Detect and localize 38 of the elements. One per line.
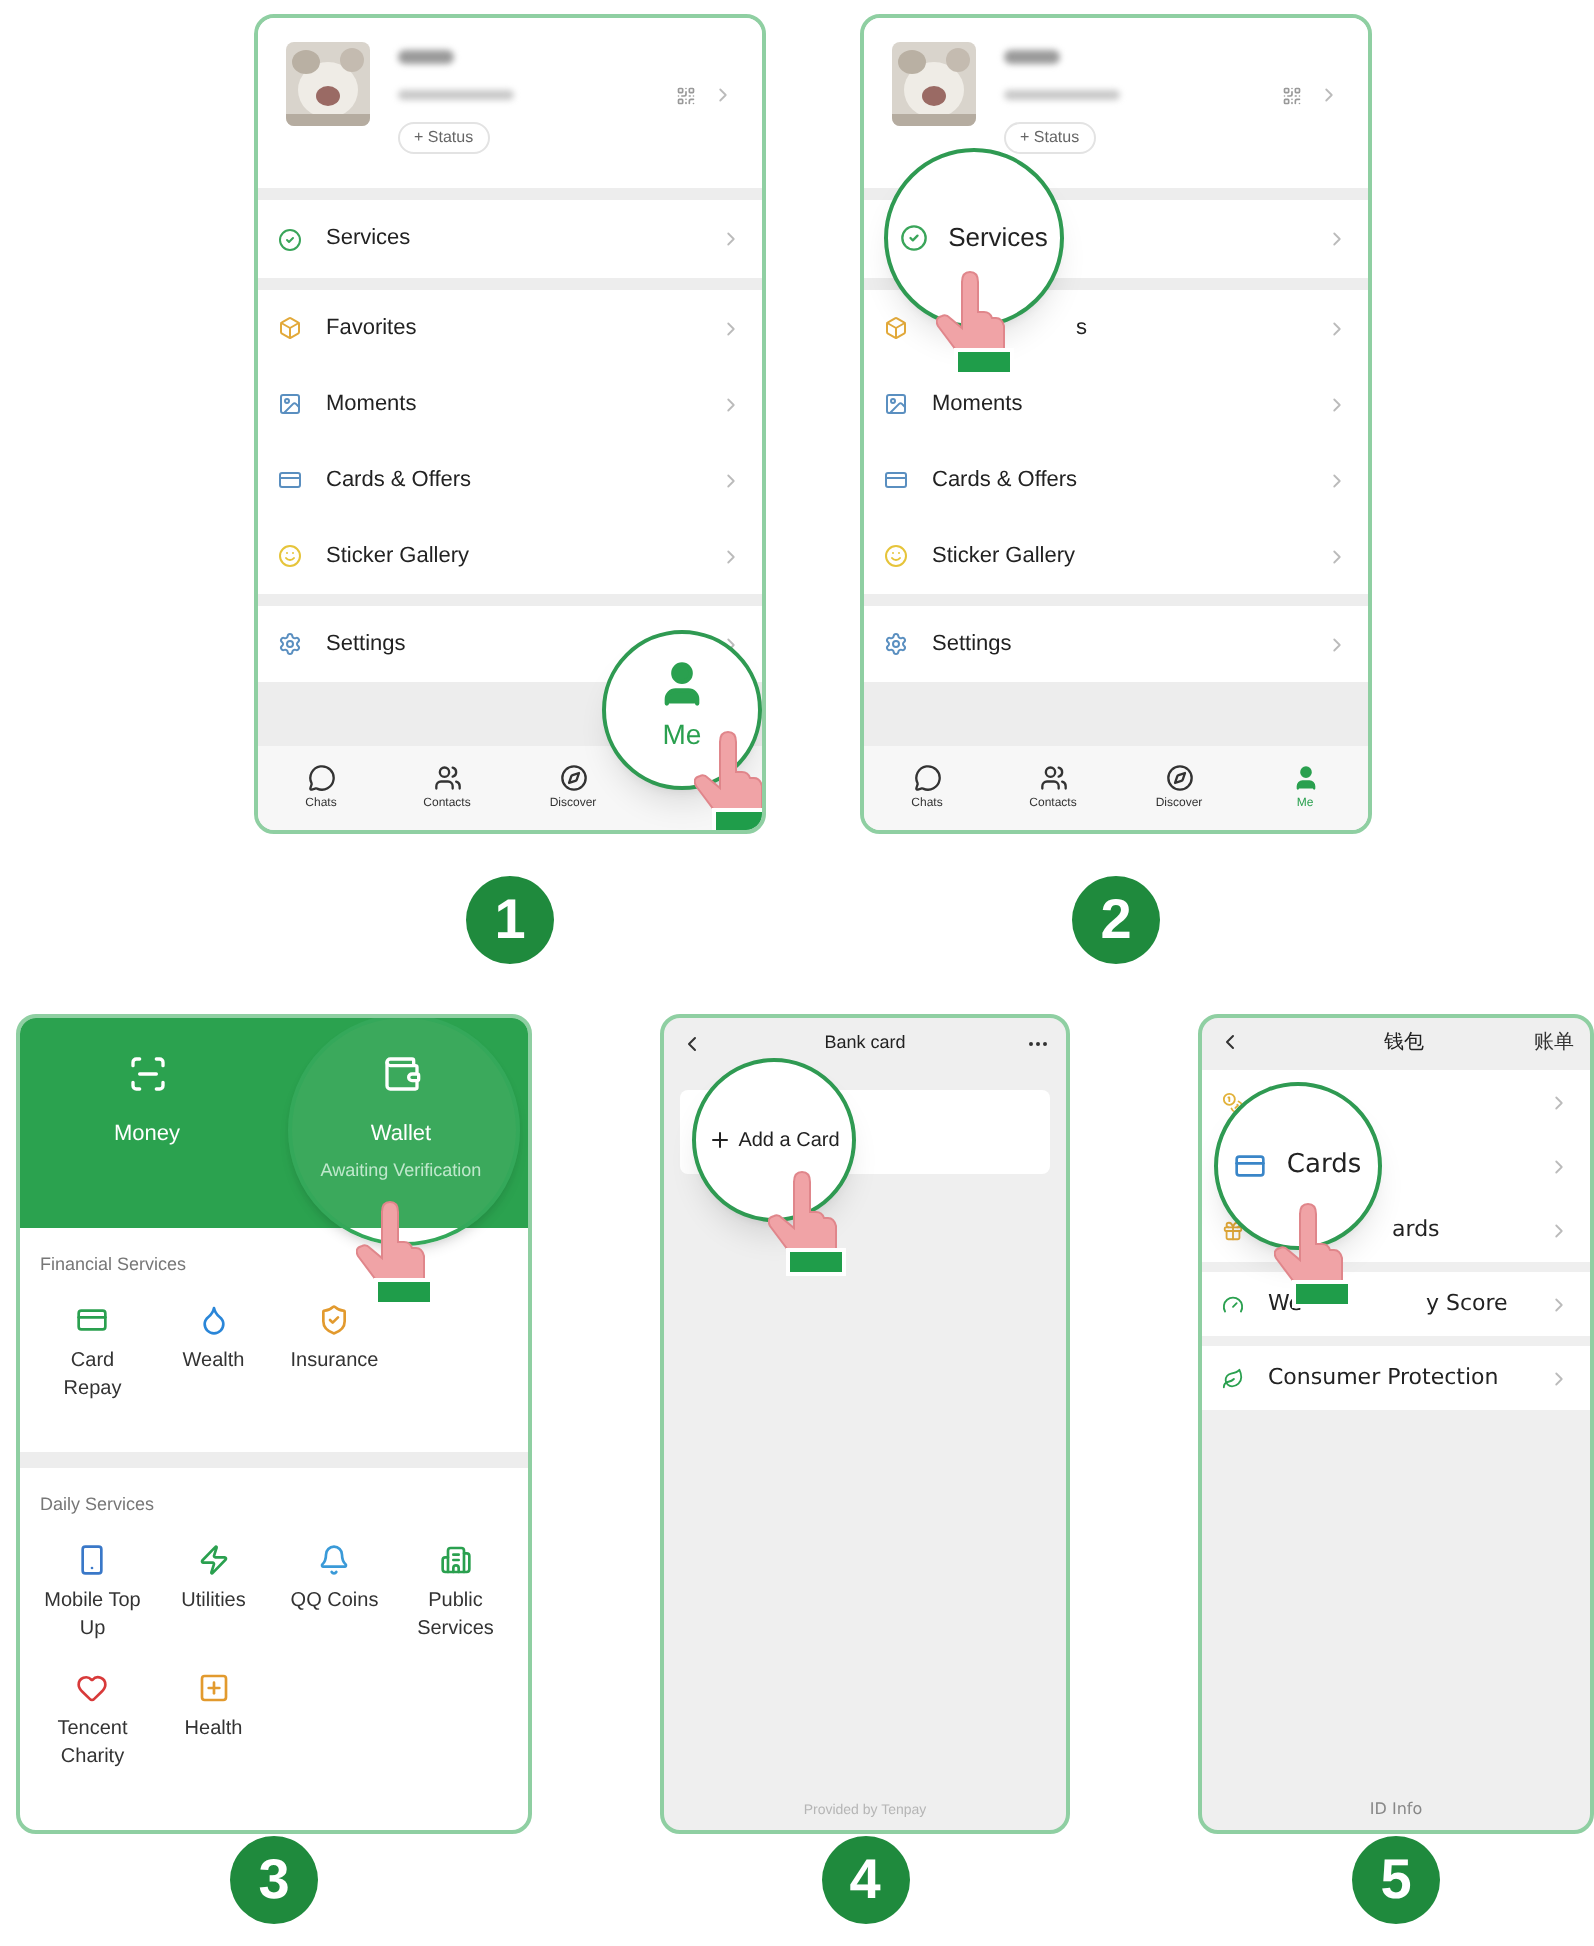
section-title: Daily Services [40,1492,157,1518]
step-number: 5 [1352,1836,1440,1924]
service-item[interactable]: Tencent Charity [32,1671,153,1771]
service-item[interactable]: Insurance [274,1303,395,1403]
service-item[interactable]: Wealth [153,1303,274,1403]
service-item[interactable]: Utilities [153,1543,274,1643]
section-title: Financial Services [40,1252,189,1278]
screen-title: 钱包 [1384,1029,1424,1057]
status-button[interactable]: + Status [1004,122,1096,154]
bill-link[interactable]: 账单 [1534,1027,1574,1057]
row-label[interactable]: Sticker Gallery [932,539,1076,573]
row-label[interactable]: ards [1392,1213,1440,1247]
row-label[interactable]: Moments [932,387,1023,421]
step-number: 3 [230,1836,318,1924]
row-label[interactable]: Services [948,218,1048,258]
footer-text: ID Info [1367,1798,1425,1822]
row-label[interactable]: Cards & Offers [932,463,1078,497]
row-label[interactable]: Favorites [326,311,417,345]
row-label[interactable]: s [1076,311,1087,345]
status-button[interactable]: + Status [398,122,490,154]
service-item[interactable]: Card Repay [32,1303,153,1403]
row-label[interactable]: Cards & Offers [326,463,472,497]
row-label[interactable]: Moments [326,387,417,421]
service-item[interactable]: Health [153,1671,274,1771]
button-label: Add a Card [738,1127,840,1155]
service-item[interactable]: Mobile Top Up [32,1543,153,1643]
row-label[interactable]: Cards [1286,1146,1362,1186]
service-item[interactable]: QQ Coins [274,1543,395,1643]
service-item[interactable]: Public Services [395,1543,516,1643]
step-number: 4 [821,1836,909,1924]
row-label[interactable]: y Score [1426,1287,1508,1321]
screen-title: Bank card [824,1030,906,1057]
row-label[interactable]: Sticker Gallery [326,539,470,573]
row-label[interactable]: Settings [932,627,1012,661]
row-label[interactable]: Services [326,222,411,256]
step-number: 1 [466,876,554,964]
row-label[interactable]: Settings [326,627,406,661]
step-number: 2 [1072,876,1160,964]
